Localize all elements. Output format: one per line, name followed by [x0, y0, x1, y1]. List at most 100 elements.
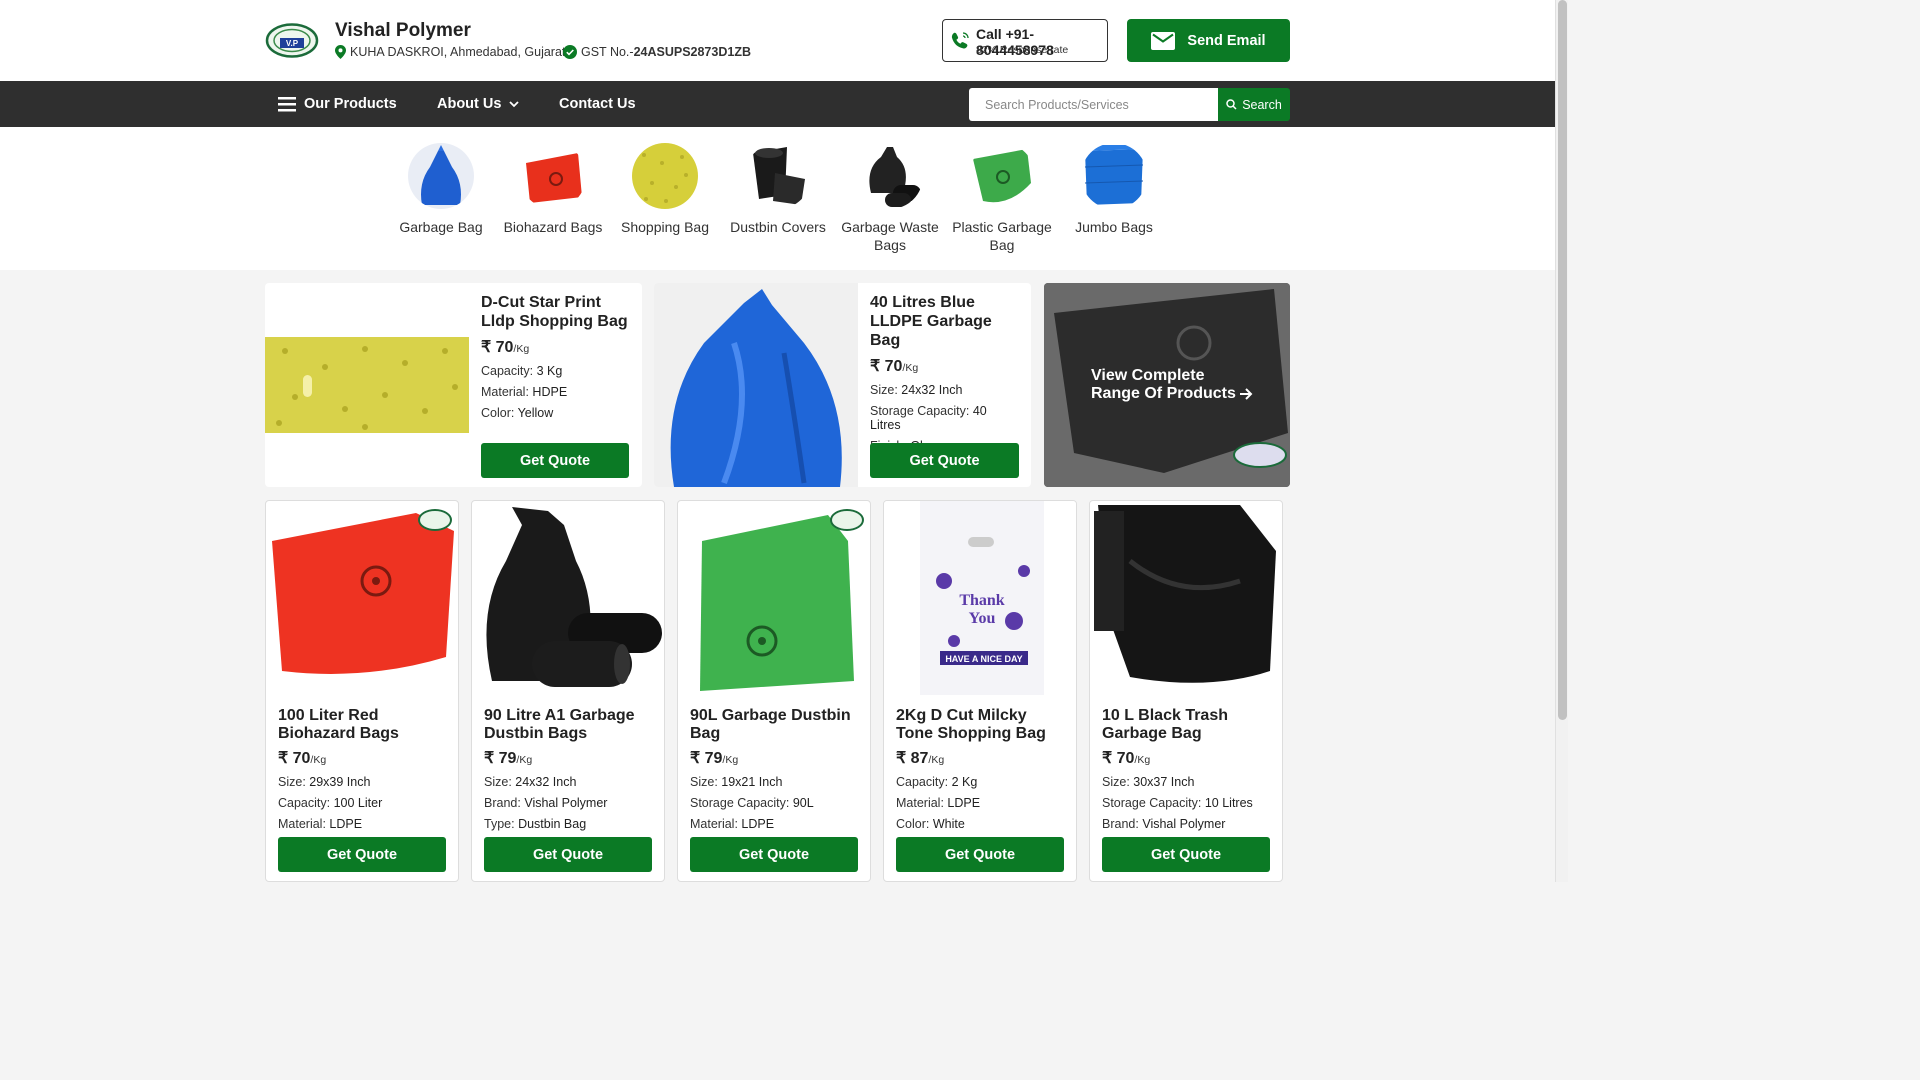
vertical-scrollbar[interactable] — [1555, 0, 1568, 882]
send-email-button[interactable]: Send Email — [1127, 19, 1290, 62]
brand-badge — [830, 509, 864, 531]
spec-key: Size: — [484, 775, 512, 789]
spec-key: Material: — [690, 817, 738, 831]
product-card[interactable]: Thank You HAVE A NICE DAY 2Kg D Cut Milcky… — [883, 500, 1077, 882]
get-quote-button[interactable]: Get Quote — [870, 443, 1019, 478]
company-logo[interactable]: V.P — [265, 22, 319, 59]
price-value: ₹ 70 — [1102, 750, 1135, 767]
spec-key: Brand: — [1102, 817, 1139, 831]
spec-key: Size: — [1102, 775, 1130, 789]
product-price: ₹ 70/Kg — [481, 337, 631, 357]
company-name[interactable]: Vishal Polymer — [335, 20, 471, 42]
product-card[interactable]: 10 L Black Trash Garbage Bag ₹ 70/Kg Siz… — [1089, 500, 1283, 882]
category-garbage-bag[interactable]: Garbage Bag — [385, 143, 497, 236]
spec-key: Material: — [896, 796, 944, 810]
product-image[interactable] — [654, 283, 858, 487]
product-title[interactable]: 40 Litres Blue LLDPE Garbage Bag — [870, 293, 1020, 350]
nav-our-products[interactable]: Our Products — [278, 81, 397, 127]
view-all-products-banner[interactable]: View Complete Range Of Products — [1044, 283, 1290, 487]
get-quote-button[interactable]: Get Quote — [690, 837, 858, 872]
product-title[interactable]: 90 Litre A1 Garbage Dustbin Bags — [484, 707, 654, 742]
scrollbar-thumb[interactable] — [1558, 0, 1567, 720]
product-card[interactable]: 90L Garbage Dustbin Bag ₹ 79/Kg Size: 19… — [677, 500, 871, 882]
spec-key: Type: — [484, 817, 515, 831]
spec-value: 24x32 Inch — [515, 775, 577, 789]
spec-value: LDPE — [741, 817, 775, 831]
product-title[interactable]: 2Kg D Cut Milcky Tone Shopping Bag — [896, 707, 1066, 742]
spec-value: 29x39 Inch — [309, 775, 371, 789]
spec-key: Size: — [278, 775, 306, 789]
svg-text:HAVE A NICE DAY: HAVE A NICE DAY — [945, 654, 1022, 664]
product-info: 90L Garbage Dustbin Bag ₹ 79/Kg Size: 19… — [690, 707, 860, 831]
product-card[interactable]: 100 Liter Red Biohazard Bags ₹ 70/Kg Siz… — [265, 500, 459, 882]
view-all-line2: Range Of Products — [1091, 385, 1236, 402]
category-image — [1081, 143, 1147, 209]
category-label: Jumbo Bags — [1075, 219, 1153, 235]
price-value: ₹ 70 — [870, 358, 903, 375]
product-image[interactable] — [265, 283, 469, 487]
price-unit: /Kg — [902, 362, 919, 374]
view-all-line1: View Complete — [1091, 367, 1205, 384]
product-image[interactable] — [678, 501, 870, 695]
product-title[interactable]: 90L Garbage Dustbin Bag — [690, 707, 860, 742]
svg-text:You: You — [969, 610, 996, 627]
category-jumbo-bags[interactable]: Jumbo Bags — [1058, 143, 1170, 236]
product-card[interactable]: 90 Litre A1 Garbage Dustbin Bags ₹ 79/Kg… — [471, 500, 665, 882]
call-button[interactable]: Call +91-8044458978 82% Response rate — [942, 19, 1108, 62]
category-plastic-garbage-bag[interactable]: Plastic Garbage Bag — [946, 143, 1058, 254]
brand-badge — [418, 509, 452, 531]
product-title[interactable]: 100 Liter Red Biohazard Bags — [278, 707, 448, 742]
category-label: Dustbin Covers — [730, 219, 826, 235]
search-button[interactable]: Search — [1218, 88, 1290, 121]
spec-value: Dustbin Bag — [518, 817, 587, 831]
product-spec: Brand: Vishal Polymer — [484, 796, 654, 810]
price-value: ₹ 79 — [484, 750, 517, 767]
category-label: Garbage Waste Bags — [841, 219, 939, 253]
product-spec: Storage Capacity: 10 Litres — [1102, 796, 1272, 810]
product-image[interactable] — [1090, 501, 1282, 695]
product-image[interactable] — [472, 501, 664, 695]
product-spec: Brand: Vishal Polymer — [1102, 817, 1272, 831]
get-quote-button[interactable]: Get Quote — [481, 443, 629, 478]
spec-key: Material: — [481, 385, 529, 399]
get-quote-button[interactable]: Get Quote — [1102, 837, 1270, 872]
category-image — [520, 143, 586, 209]
company-address: KUHA DASKROI, Ahmedabad, Gujarat — [335, 45, 565, 59]
product-info: 90 Litre A1 Garbage Dustbin Bags ₹ 79/Kg… — [484, 707, 654, 831]
category-dustbin-covers[interactable]: Dustbin Covers — [722, 143, 834, 236]
price-unit: /Kg — [1134, 754, 1151, 766]
product-image[interactable] — [266, 501, 458, 695]
product-spec: Storage Capacity: 40 Litres — [870, 404, 1020, 432]
product-title[interactable]: 10 L Black Trash Garbage Bag — [1102, 707, 1272, 742]
phone-icon — [951, 32, 969, 49]
product-image[interactable]: Thank You HAVE A NICE DAY — [884, 501, 1076, 695]
address-text: KUHA DASKROI, Ahmedabad, Gujarat — [350, 45, 566, 59]
get-quote-button[interactable]: Get Quote — [278, 837, 446, 872]
spec-key: Capacity: — [896, 775, 949, 789]
product-info: 10 L Black Trash Garbage Bag ₹ 70/Kg Siz… — [1102, 707, 1272, 831]
get-quote-button[interactable]: Get Quote — [896, 837, 1064, 872]
product-title[interactable]: D-Cut Star Print Lldp Shopping Bag — [481, 293, 631, 331]
gst-number: 24ASUPS2873D1ZB — [633, 45, 751, 59]
featured-product-card[interactable]: D-Cut Star Print Lldp Shopping Bag ₹ 70/… — [265, 283, 642, 487]
product-info: D-Cut Star Print Lldp Shopping Bag ₹ 70/… — [481, 293, 631, 420]
spec-value: 90L — [792, 796, 814, 810]
spec-value: Vishal Polymer — [524, 796, 608, 810]
spec-key: Material: — [278, 817, 326, 831]
get-quote-button[interactable]: Get Quote — [484, 837, 652, 872]
arrow-right-icon — [1239, 388, 1253, 400]
nav-about-us[interactable]: About Us — [437, 81, 520, 127]
featured-product-card[interactable]: 40 Litres Blue LLDPE Garbage Bag ₹ 70/Kg… — [654, 283, 1031, 487]
category-biohazard-bags[interactable]: Biohazard Bags — [497, 143, 609, 236]
product-spec: Size: 29x39 Inch — [278, 775, 448, 789]
price-unit: /Kg — [722, 754, 739, 766]
category-image — [969, 143, 1035, 209]
spec-key: Capacity: — [278, 796, 331, 810]
category-garbage-waste-bags[interactable]: Garbage Waste Bags — [834, 143, 946, 254]
category-shopping-bag[interactable]: Shopping Bag — [609, 143, 721, 236]
spec-value: Yellow — [517, 406, 554, 420]
nav-contact-us[interactable]: Contact Us — [559, 81, 636, 127]
spec-value: HDPE — [532, 385, 568, 399]
nav-about-us-label: About Us — [437, 96, 502, 112]
search-input[interactable] — [969, 88, 1218, 121]
